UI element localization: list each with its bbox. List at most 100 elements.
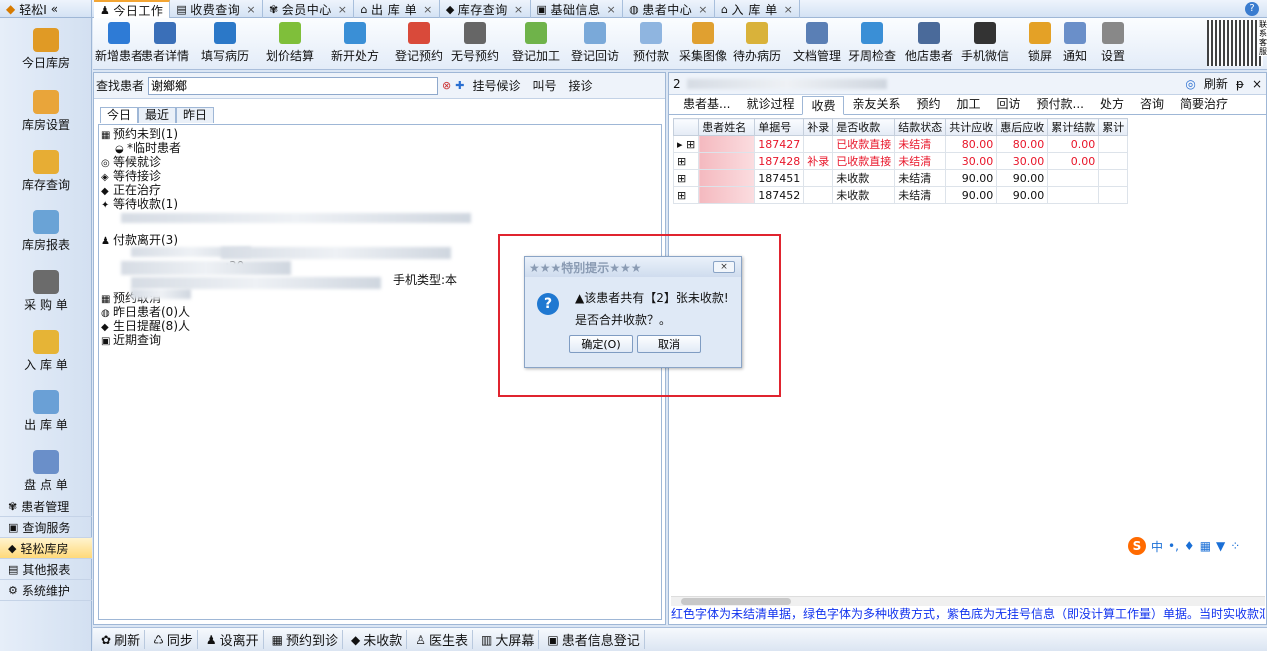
detail-tab-7[interactable]: 预付款... [1029,95,1092,114]
tab-1[interactable]: ▤ 收费查询 × [170,0,264,18]
nav-item-0[interactable]: 今日库房 [0,28,92,71]
tab-close-icon[interactable]: × [784,3,794,16]
tab-close-icon[interactable]: × [246,3,256,16]
toolbar-button-10[interactable]: 采集图像 [679,22,727,64]
tree-node-5[interactable]: ✦ 等待收款(1) [101,197,178,211]
bottom-button-5[interactable]: ♙ 医生表 [411,630,474,649]
tree-node-10[interactable]: ◍ 昨日患者(0)人 [101,305,190,319]
nav-item-1[interactable]: 库房设置 [0,90,92,133]
tree-node-4[interactable]: ◆ 正在治疗 [101,183,161,197]
bottom-button-7[interactable]: ▣ 患者信息登记 [543,630,645,649]
nav-item-2[interactable]: 库存查询 [0,150,92,193]
toolbar-button-14[interactable]: 他店患者 [905,22,953,64]
column-header-3[interactable]: 补录 [803,118,834,136]
toolbar-button-2[interactable]: 填写病历 [201,22,249,64]
pin-icon[interactable]: ᵽ [1236,77,1244,91]
bottom-button-0[interactable]: ✿ 刷新 [97,630,146,649]
detail-tab-6[interactable]: 回访 [989,95,1029,114]
tab-7[interactable]: ⌂ 入 库 单 × [715,0,801,18]
toolbar-button-5[interactable]: 登记预约 [395,22,443,64]
column-header-8[interactable]: 累计结款 [1047,118,1100,136]
table-row[interactable]: ⊞ 187451 未收款 未结清 90.00 90.00 [672,169,1129,187]
module-item-2[interactable]: ◆ 轻松库房 [0,538,92,559]
detail-tab-3[interactable]: 亲友关系 [844,95,908,114]
ime-item-3[interactable]: ▼ [1216,539,1225,553]
ime-item-4[interactable]: ⁘ [1230,539,1240,553]
tree-node-3[interactable]: ◈ 等待接诊 [101,169,161,183]
toolbar-button-15[interactable]: 手机微信 [961,22,1009,64]
tab-yesterday[interactable]: 昨日 [176,107,215,123]
module-item-3[interactable]: ▤ 其他报表 [0,559,92,580]
bottom-button-4[interactable]: ◆ 未收款 [347,630,408,649]
toolbar-button-3[interactable]: 划价结算 [266,22,314,64]
nav-item-4[interactable]: 采 购 单 [0,270,92,313]
toolbar-button-11[interactable]: 待办病历 [733,22,781,64]
column-header-9[interactable]: 累计 [1098,118,1129,136]
toolbar-button-1[interactable]: 患者详情 [141,22,189,64]
search-clear-icon[interactable]: ⊗ [442,79,451,92]
tree-node-1[interactable]: ◒ *临时患者 [115,141,181,155]
collapse-icon[interactable]: « [51,2,58,16]
cancel-button[interactable]: 取消 [637,335,701,353]
tab-5[interactable]: ▣ 基础信息 × [531,0,624,18]
nav-item-7[interactable]: 盘 点 单 [0,450,92,493]
column-header-0[interactable] [672,118,700,136]
table-row[interactable]: ▸ ⊞ 187427 已收款直接 未结清 80.00 80.00 0.00 [672,135,1129,153]
nav-item-3[interactable]: 库房报表 [0,210,92,253]
refresh-icon[interactable]: ◎ [1185,77,1195,91]
brand-area[interactable]: ◆ 轻松I « [0,0,92,18]
column-header-5[interactable]: 结款状态 [894,118,947,136]
detail-tab-9[interactable]: 咨询 [1132,95,1172,114]
detail-tab-8[interactable]: 处方 [1092,95,1132,114]
call-number-button[interactable]: 叫号 [528,77,560,94]
module-item-1[interactable]: ▣ 查询服务 [0,517,92,538]
detail-tab-0[interactable]: 患者基... [675,95,738,114]
bottom-button-6[interactable]: ▥ 大屏幕 [477,630,540,649]
toolbar-button-6[interactable]: 无号预约 [451,22,499,64]
detail-tab-1[interactable]: 就诊过程 [738,95,802,114]
tab-3[interactable]: ⌂ 出 库 单 × [354,0,440,18]
tree-node-8[interactable]: 手机类型:本 [381,273,457,287]
module-item-4[interactable]: ⚙ 系统维护 [0,580,92,601]
nav-item-6[interactable]: 出 库 单 [0,390,92,433]
confirm-button[interactable]: 确定(O) [569,335,633,353]
tab-close-icon[interactable]: × [606,3,616,16]
tab-6[interactable]: ◍ 患者中心 × [623,0,716,18]
tree-node-11[interactable]: ◆ 生日提醒(8)人 [101,319,190,333]
tab-4[interactable]: ◆ 库存查询 × [440,0,531,18]
detail-close-icon[interactable]: × [1252,77,1262,91]
patient-search-input[interactable] [148,76,439,95]
receive-patient-button[interactable]: 接诊 [564,77,596,94]
toolbar-button-4[interactable]: 新开处方 [331,22,379,64]
ime-item-0[interactable]: •, [1168,539,1179,553]
add-patient-icon[interactable]: ✚ [455,79,464,92]
column-header-7[interactable]: 惠后应收 [996,118,1049,136]
tab-close-icon[interactable]: × [423,3,433,16]
tab-today[interactable]: 今日 [100,107,139,123]
table-row[interactable]: ⊞ 187452 未收款 未结清 90.00 90.00 [672,186,1129,204]
bottom-button-3[interactable]: ▦ 预约到诊 [268,630,343,649]
toolbar-button-8[interactable]: 登记回访 [571,22,619,64]
module-item-0[interactable]: ✾ 患者管理 [0,496,92,517]
tab-close-icon[interactable]: × [514,3,524,16]
tree-node-12[interactable]: ▣ 近期查询 [101,333,161,347]
ime-item-2[interactable]: ▦ [1200,539,1211,553]
column-header-4[interactable]: 是否收款 [832,118,896,136]
ime-item-1[interactable]: ♦ [1184,539,1195,553]
column-header-6[interactable]: 共计应收 [945,118,998,136]
ime-language[interactable]: 中 [1151,538,1163,555]
ime-toolbar[interactable]: S 中 •, ♦ ▦ ▼ ⁘ [1124,535,1245,557]
detail-tab-4[interactable]: 预约 [909,95,949,114]
toolbar-button-13[interactable]: 牙周检查 [848,22,896,64]
detail-tab-5[interactable]: 加工 [949,95,989,114]
register-wait-button[interactable]: 挂号候诊 [468,77,524,94]
bottom-button-2[interactable]: ♟ 设离开 [202,630,264,649]
scrollbar-thumb[interactable] [681,598,791,605]
table-row[interactable]: ⊞ 187428 补录 已收款直接 未结清 30.00 30.00 0.00 [672,152,1129,170]
toolbar-button-16[interactable]: 锁屏 [1028,22,1052,64]
toolbar-button-9[interactable]: 预付款 [633,22,669,64]
toolbar-button-7[interactable]: 登记加工 [512,22,560,64]
nav-item-5[interactable]: 入 库 单 [0,330,92,373]
tab-recent[interactable]: 最近 [138,107,177,123]
toolbar-button-18[interactable]: 设置 [1101,22,1125,64]
